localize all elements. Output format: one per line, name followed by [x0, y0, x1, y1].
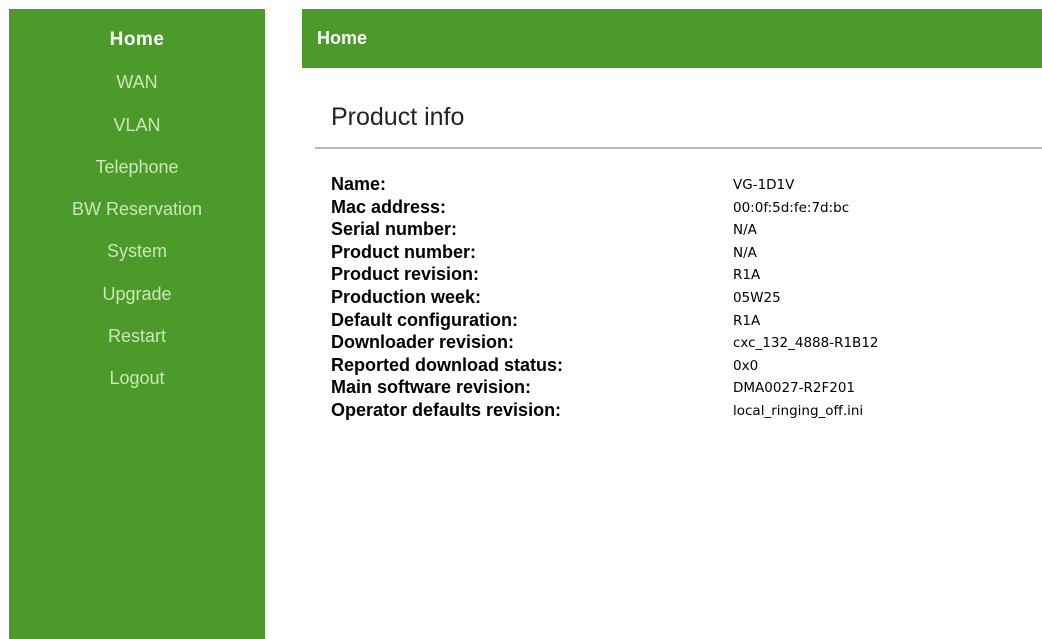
info-row-product-number: Product number: N/A — [331, 241, 1031, 264]
sidebar-item-telephone[interactable]: Telephone — [9, 155, 265, 179]
info-value: local_ringing_off.ini — [733, 402, 864, 419]
sidebar-item-wan[interactable]: WAN — [9, 70, 265, 94]
info-value: 0x0 — [733, 357, 759, 374]
info-value: 05W25 — [733, 289, 781, 306]
sidebar-nav: Home WAN VLAN Telephone BW Reservation S… — [9, 9, 265, 639]
info-row-downloader-revision: Downloader revision: cxc_132_4888-R1B12 — [331, 331, 1031, 354]
sidebar-item-system[interactable]: System — [9, 239, 265, 263]
info-row-serial-number: Serial number: N/A — [331, 218, 1031, 241]
info-value: cxc_132_4888-R1B12 — [733, 335, 879, 352]
info-row-reported-download-status: Reported download status: 0x0 — [331, 354, 1031, 377]
info-row-name: Name: VG-1D1V — [331, 173, 1031, 196]
info-label: Name: — [331, 174, 387, 194]
info-label: Default configuration: — [331, 309, 518, 330]
info-label: Mac address: — [331, 196, 447, 217]
sidebar-item-home[interactable]: Home — [9, 28, 265, 52]
info-value: R1A — [733, 267, 761, 284]
info-row-operator-defaults-revision: Operator defaults revision: local_ringin… — [331, 399, 1031, 422]
info-value: VG-1D1V — [733, 177, 795, 193]
info-row-production-week: Production week: 05W25 — [331, 286, 1031, 309]
info-row-product-revision: Product revision: R1A — [331, 263, 1031, 286]
info-value: N/A — [733, 244, 757, 261]
sidebar-item-logout[interactable]: Logout — [9, 366, 265, 390]
info-value: R1A — [733, 312, 761, 329]
info-label: Operator defaults revision: — [331, 399, 562, 420]
info-label: Downloader revision: — [331, 332, 515, 353]
info-row-default-configuration: Default configuration: R1A — [331, 309, 1031, 332]
info-label: Production week: — [331, 286, 482, 307]
page-title: Home — [317, 28, 368, 48]
info-label: Serial number: — [331, 219, 458, 240]
header-bar: Home — [302, 9, 1042, 68]
info-value: 00:0f:5d:fe:7d:bc — [733, 199, 850, 216]
info-label: Reported download status: — [331, 354, 564, 375]
sidebar-item-bw-reservation[interactable]: BW Reservation — [9, 197, 265, 221]
product-info-list: Name: VG-1D1V Mac address: 00:0f:5d:fe:7… — [331, 173, 1031, 422]
info-label: Product number: — [331, 241, 477, 262]
info-value: DMA0027-R2F201 — [733, 380, 856, 397]
sidebar-item-restart[interactable]: Restart — [9, 324, 265, 348]
divider — [315, 147, 1042, 149]
info-label: Product revision: — [331, 264, 480, 285]
info-row-main-software-revision: Main software revision: DMA0027-R2F201 — [331, 376, 1031, 399]
section-title: Product info — [331, 103, 465, 131]
info-value: N/A — [733, 222, 757, 239]
info-label: Main software revision: — [331, 377, 532, 398]
sidebar-item-upgrade[interactable]: Upgrade — [9, 282, 265, 306]
info-row-mac-address: Mac address: 00:0f:5d:fe:7d:bc — [331, 196, 1031, 219]
sidebar-item-vlan[interactable]: VLAN — [9, 113, 265, 137]
